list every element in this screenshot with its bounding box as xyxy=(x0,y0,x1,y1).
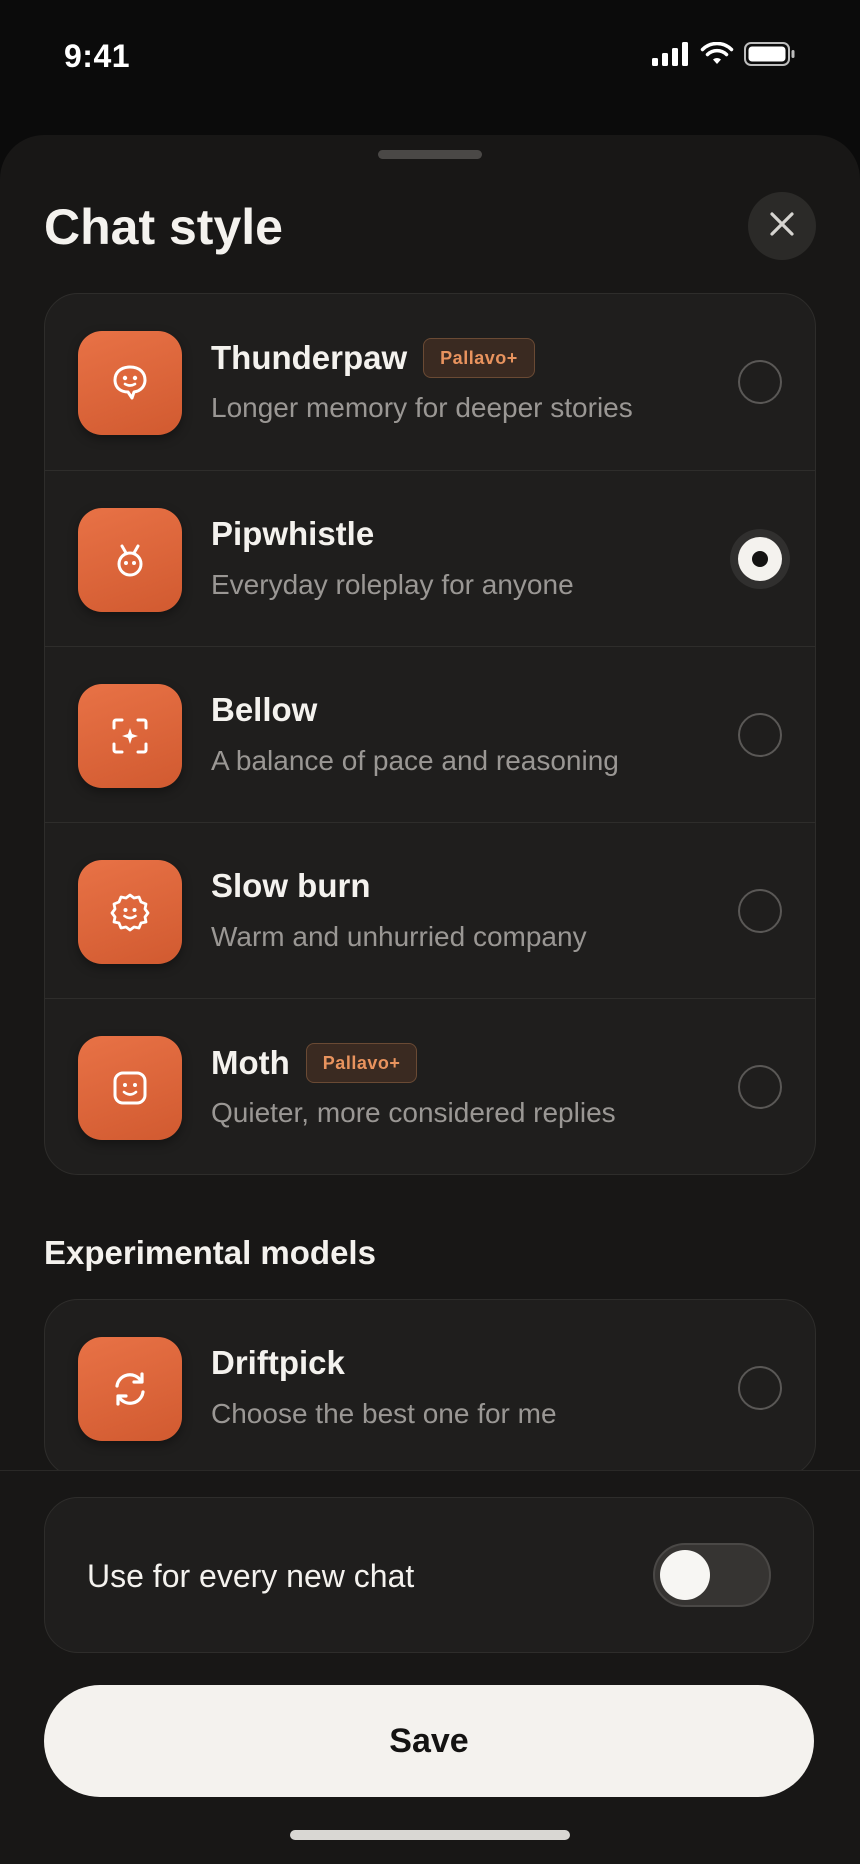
radio-button[interactable] xyxy=(738,1366,782,1410)
focus-sparkle-icon xyxy=(78,684,182,788)
model-description: Everyday roleplay for anyone xyxy=(211,569,574,600)
radio-button[interactable] xyxy=(738,360,782,404)
default-toggle[interactable] xyxy=(653,1543,771,1607)
model-name: Bellow xyxy=(211,691,318,728)
model-name: Slow burn xyxy=(211,867,371,904)
default-setting-card: Use for every new chat xyxy=(44,1497,814,1653)
battery-icon xyxy=(744,42,796,71)
model-option-bellow[interactable]: Bellow A balance of pace and reasoning xyxy=(45,646,815,822)
signal-icon xyxy=(652,42,690,71)
model-description: Choose the best one for me xyxy=(211,1398,557,1429)
radio-button-selected[interactable] xyxy=(738,537,782,581)
status-icons xyxy=(652,41,796,71)
sheet-title: Chat style xyxy=(44,199,283,255)
refresh-arrows-icon xyxy=(78,1337,182,1441)
pro-badge: Pallavo+ xyxy=(423,338,535,378)
badge-face-icon xyxy=(78,860,182,964)
model-list: Thunderpaw Pallavo+ Longer memory for de… xyxy=(44,293,816,1175)
model-option-pipwhistle[interactable]: Pipwhistle Everyday roleplay for anyone xyxy=(45,470,815,646)
square-smile-icon xyxy=(78,1036,182,1140)
home-indicator xyxy=(290,1830,570,1840)
antenna-face-icon xyxy=(78,508,182,612)
model-name: Moth xyxy=(211,1044,290,1081)
save-button[interactable]: Save xyxy=(44,1685,814,1797)
model-option-thunderpaw[interactable]: Thunderpaw Pallavo+ Longer memory for de… xyxy=(45,294,815,470)
default-toggle-label: Use for every new chat xyxy=(87,1558,415,1594)
model-description: Quieter, more considered replies xyxy=(211,1097,616,1128)
model-description: Warm and unhurried company xyxy=(211,921,587,952)
experimental-model-list: Driftpick Choose the best one for me xyxy=(44,1299,816,1477)
chat-style-sheet: Chat style Thunderpaw Pallavo+ Longer me… xyxy=(0,135,860,1864)
model-description: Longer memory for deeper stories xyxy=(211,392,633,423)
sheet-grabber[interactable] xyxy=(378,150,482,159)
model-name: Pipwhistle xyxy=(211,515,375,552)
radio-button[interactable] xyxy=(738,713,782,757)
experimental-heading: Experimental models xyxy=(44,1234,376,1271)
wifi-icon xyxy=(700,41,734,71)
model-name: Driftpick xyxy=(211,1344,345,1381)
model-name: Thunderpaw xyxy=(211,339,408,376)
close-button[interactable] xyxy=(748,192,816,260)
model-option-moth[interactable]: Moth Pallavo+ Quieter, more considered r… xyxy=(45,998,815,1174)
radio-button[interactable] xyxy=(738,1065,782,1109)
pro-badge: Pallavo+ xyxy=(305,1043,418,1083)
model-option-driftpick[interactable]: Driftpick Choose the best one for me xyxy=(45,1300,815,1476)
model-description: A balance of pace and reasoning xyxy=(211,745,619,776)
close-icon xyxy=(768,210,796,243)
radio-button[interactable] xyxy=(738,889,782,933)
toggle-knob xyxy=(660,1550,710,1600)
speech-bubble-face-icon xyxy=(78,331,182,435)
status-time: 9:41 xyxy=(64,38,131,74)
model-option-slow-burn[interactable]: Slow burn Warm and unhurried company xyxy=(45,822,815,998)
status-bar: 9:41 xyxy=(0,0,860,115)
bottom-bar: Use for every new chat Save xyxy=(0,1470,860,1864)
